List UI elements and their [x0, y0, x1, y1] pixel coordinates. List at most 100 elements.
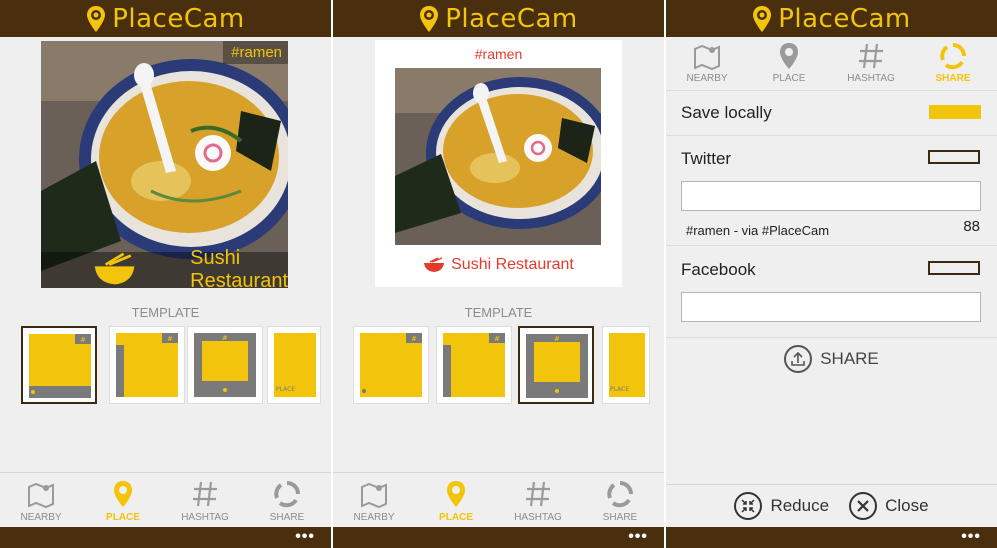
facebook-message-input[interactable]	[681, 292, 981, 322]
template-frame-thumb: #	[526, 334, 588, 398]
nav-place[interactable]: PLACE	[415, 473, 497, 528]
template-full-overlay-thumb: #	[360, 333, 422, 397]
photo-preview: #ramen Sushi Restaurant	[41, 41, 288, 288]
nav-place[interactable]: PLACE	[82, 473, 164, 528]
reduce-icon	[734, 492, 763, 520]
close-button-label: Close	[885, 496, 929, 515]
logo-pin-icon	[753, 5, 772, 32]
template-option-3[interactable]: #	[187, 326, 263, 404]
facebook-label: Facebook	[681, 260, 756, 279]
hashtag-icon	[526, 481, 550, 507]
template-option-1[interactable]: #	[353, 326, 429, 404]
template-strip: # # # PLACE	[21, 326, 321, 404]
svg-text:#: #	[494, 335, 500, 343]
template-frame-thumb: #	[194, 333, 256, 397]
more-options-button[interactable]: •••	[295, 528, 315, 546]
upload-icon	[784, 345, 813, 373]
location-pin-icon	[447, 481, 465, 507]
more-options-button[interactable]: •••	[628, 528, 648, 546]
logo-pin-icon	[420, 5, 439, 32]
template-left-bar-thumb: #	[116, 333, 178, 397]
ramen-bowl-icon	[424, 257, 445, 272]
place-label: Sushi Restaurant	[451, 256, 574, 273]
share-button-label: SHARE	[820, 349, 879, 368]
close-icon	[849, 492, 878, 520]
template-option-2[interactable]: #	[436, 326, 512, 404]
template-option-2[interactable]: #	[109, 326, 185, 404]
nav-nearby[interactable]: NEARBY	[0, 473, 82, 528]
framed-photo-card: #ramen Sushi Restaurant	[375, 40, 622, 287]
template-option-1[interactable]: #	[21, 326, 97, 404]
tab-hashtag-label: HASHTAG	[847, 73, 895, 84]
hashtag-overlay: #ramen	[223, 41, 288, 64]
app-header: PlaceCam	[0, 0, 331, 37]
nav-share[interactable]: SHARE	[579, 473, 661, 528]
template-option-3[interactable]: #	[518, 326, 594, 404]
template-full-overlay-thumb: #	[29, 334, 91, 398]
system-app-bar: •••	[0, 527, 331, 548]
app-header: PlaceCam	[666, 0, 997, 37]
template-caption-thumb: PLACE	[609, 333, 645, 397]
svg-text:PLACE: PLACE	[276, 386, 295, 393]
template-caption-thumb: PLACE	[274, 333, 316, 397]
top-tab-bar: NEARBY PLACE HASHTAG SHARE	[666, 37, 997, 91]
svg-text:#: #	[554, 335, 560, 343]
app-logo: PlaceCam	[752, 4, 911, 34]
system-app-bar: •••	[333, 527, 664, 548]
hashtag-caption: #ramen	[474, 46, 523, 62]
reduce-button-label: Reduce	[770, 496, 830, 515]
share-button[interactable]: SHARE	[666, 345, 997, 373]
nav-nearby[interactable]: NEARBY	[333, 473, 415, 528]
reduce-button[interactable]: Reduce	[734, 492, 829, 520]
nav-nearby-label: NEARBY	[20, 512, 62, 523]
map-icon	[28, 482, 54, 509]
nav-hashtag-label: HASHTAG	[181, 512, 229, 523]
facebook-toggle[interactable]	[928, 261, 980, 275]
nav-hashtag[interactable]: HASHTAG	[164, 473, 246, 528]
map-icon	[361, 482, 387, 509]
ramen-bowl-icon	[94, 252, 135, 285]
twitter-label: Twitter	[681, 149, 732, 168]
nav-hashtag-label: HASHTAG	[514, 512, 562, 523]
tab-place-label: PLACE	[772, 73, 806, 84]
twitter-toggle[interactable]	[928, 150, 980, 164]
save-locally-label: Save locally	[681, 103, 772, 122]
nav-share[interactable]: SHARE	[246, 473, 328, 528]
template-heading: TEMPLATE	[131, 305, 200, 320]
template-left-bar-thumb: #	[443, 333, 505, 397]
nav-share-label: SHARE	[269, 512, 305, 523]
tab-share-label: SHARE	[935, 73, 971, 84]
tab-place[interactable]: PLACE	[748, 37, 830, 92]
more-options-button[interactable]: •••	[961, 528, 981, 546]
app-bar-actions: Reduce Close	[666, 484, 997, 527]
location-pin-icon	[114, 481, 132, 507]
hashtag-icon	[193, 481, 217, 507]
place-overlay: Sushi Restaurant	[41, 247, 288, 288]
twitter-message-input[interactable]	[681, 181, 981, 211]
tab-share[interactable]: SHARE	[912, 37, 994, 92]
place-label: Sushi Restaurant	[190, 247, 288, 288]
location-pin-icon	[780, 43, 798, 69]
photo-preview	[395, 68, 601, 245]
template-option-4[interactable]: PLACE	[602, 326, 650, 404]
share-cycle-icon	[607, 481, 633, 508]
tab-nearby[interactable]: NEARBY	[666, 37, 748, 92]
template-strip: # # # PLACE	[353, 326, 653, 404]
svg-text:#: #	[167, 335, 173, 343]
nav-place-label: PLACE	[439, 512, 473, 523]
close-button[interactable]: Close	[849, 492, 929, 520]
tab-nearby-label: NEARBY	[686, 73, 728, 84]
hashtag-icon	[859, 43, 883, 69]
template-option-4[interactable]: PLACE	[267, 326, 321, 404]
twitter-caption: #ramen - via #PlaceCam	[686, 223, 830, 238]
map-icon	[694, 44, 720, 71]
app-title: PlaceCam	[778, 3, 911, 34]
screen-place-frame-template: PlaceCam #ramen Sushi Restaurant TEMPLAT…	[333, 0, 664, 548]
svg-text:#: #	[222, 334, 228, 342]
save-locally-toggle[interactable]	[929, 105, 981, 119]
app-header: PlaceCam	[333, 0, 664, 37]
nav-hashtag[interactable]: HASHTAG	[497, 473, 579, 528]
app-logo: PlaceCam	[419, 4, 578, 34]
share-cycle-icon	[940, 43, 966, 70]
tab-hashtag[interactable]: HASHTAG	[830, 37, 912, 92]
